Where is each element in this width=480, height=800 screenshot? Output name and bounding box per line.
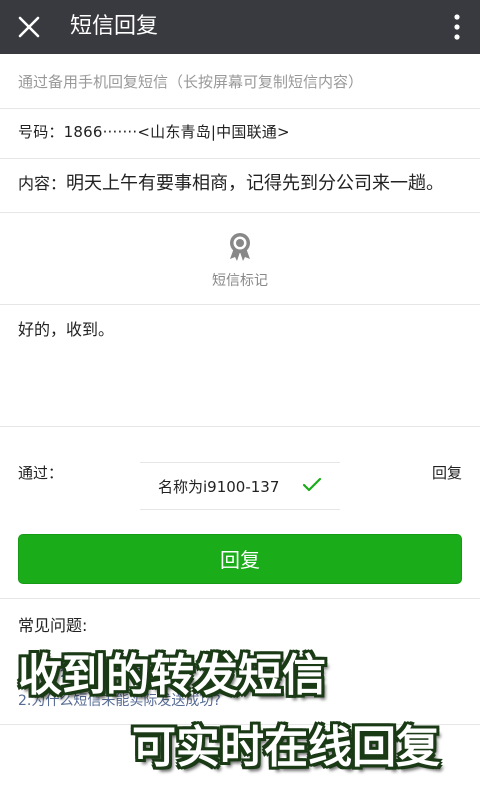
number-value: 1866·······<山东青岛|中国联通> xyxy=(63,123,290,141)
award-ribbon-icon xyxy=(230,233,250,261)
faq-title: 常见问题: xyxy=(18,616,88,635)
close-icon xyxy=(18,16,40,38)
divider xyxy=(0,304,480,305)
divider xyxy=(0,108,480,109)
number-label: 号码： xyxy=(18,123,64,141)
more-button[interactable] xyxy=(432,0,480,54)
more-vertical-icon xyxy=(454,14,460,40)
sms-mark-label: 短信标记 xyxy=(212,273,268,289)
via-label: 通过： xyxy=(18,464,64,482)
sms-content-row: 内容：明天上午有要事相商，记得先到分公司来一趟。 xyxy=(18,171,444,197)
promo-caption-line-1: 收到的转发短信 xyxy=(18,650,326,701)
divider xyxy=(0,158,480,159)
device-option[interactable]: 名称为i9100-137 xyxy=(140,462,340,510)
checkmark-icon xyxy=(302,477,322,492)
content-value: 明天上午有要事相商，记得先到分公司来一趟。 xyxy=(66,173,445,194)
close-button[interactable] xyxy=(0,0,56,54)
promo-caption-line-2: 可实时在线回复 xyxy=(132,722,440,773)
divider xyxy=(0,598,480,599)
divider xyxy=(0,426,480,427)
page-title: 短信回复 xyxy=(70,14,159,39)
content-label: 内容： xyxy=(18,174,67,193)
reply-input[interactable]: 好的，收到。 xyxy=(18,316,114,340)
via-reply-label[interactable]: 回复 xyxy=(432,462,462,483)
divider xyxy=(0,212,480,213)
device-name: 名称为i9100-137 xyxy=(158,478,280,496)
app-bar: 短信回复 xyxy=(0,0,480,54)
sms-number-row: 号码：1866·······<山东青岛|中国联通> xyxy=(18,120,290,144)
copy-hint: 通过备用手机回复短信（长按屏幕可复制短信内容） xyxy=(18,73,364,91)
sms-mark-button[interactable]: 短信标记 xyxy=(0,214,480,304)
reply-button[interactable]: 回复 xyxy=(18,534,462,584)
